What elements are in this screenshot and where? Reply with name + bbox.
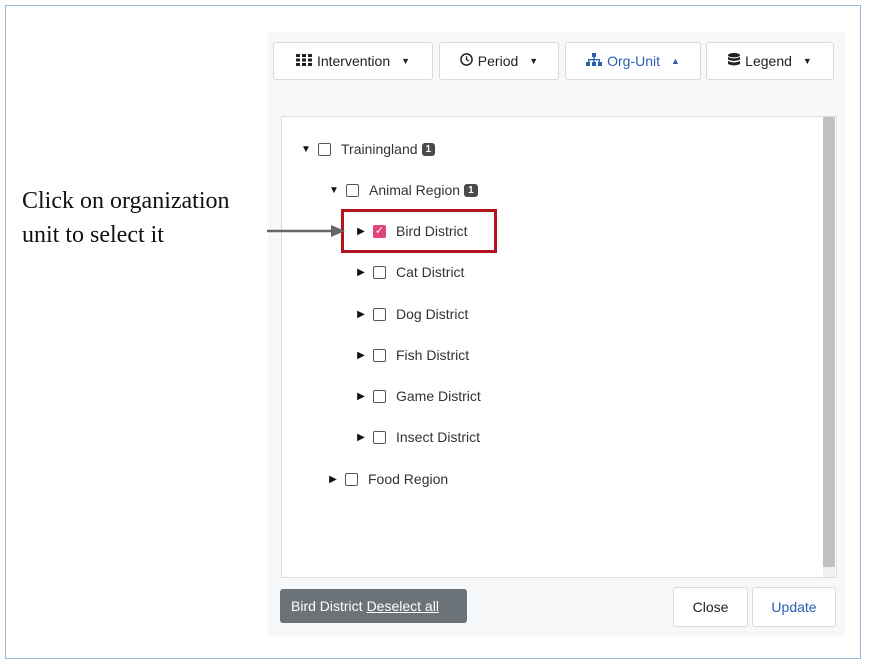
collapsed-arrow-icon[interactable]: ▶ [327,474,339,485]
checkbox[interactable] [373,348,386,362]
tree-node-insect-district[interactable]: ▶ Insect District [355,427,480,447]
sitemap-icon [586,53,603,69]
deselect-all-link[interactable]: Deselect all [367,598,439,614]
highlight-box [341,209,497,253]
close-button[interactable]: Close [673,587,748,627]
checkbox[interactable] [318,142,331,156]
count-badge: 1 [464,183,478,197]
collapsed-arrow-icon[interactable]: ▶ [355,391,367,402]
update-button[interactable]: Update [752,587,836,627]
tree-node-game-district[interactable]: ▶ Game District [355,386,481,406]
count-badge: 1 [421,142,436,156]
legend-button[interactable]: Legend ▼ [706,42,834,80]
caret-down-icon: ▼ [401,56,411,66]
checkbox[interactable] [345,472,358,486]
tree-node-dog-district[interactable]: ▶ Dog District [355,304,468,324]
arrow-pointer-icon [267,224,345,243]
grid-icon [295,53,312,69]
checkbox[interactable] [373,265,386,279]
selected-unit-label: Bird District [291,598,363,614]
checkbox[interactable] [373,389,386,403]
expanded-arrow-icon[interactable]: ▼ [300,144,312,155]
period-label: Period [477,53,519,69]
checkbox[interactable] [373,307,386,321]
intervention-button[interactable]: Intervention ▼ [273,42,433,80]
caret-up-icon: ▲ [670,56,680,66]
caret-down-icon: ▼ [529,56,539,66]
collapsed-arrow-icon[interactable]: ▶ [355,350,367,361]
clock-icon [459,53,473,69]
checkbox[interactable] [346,183,359,197]
period-button[interactable]: Period ▼ [439,42,559,80]
tree-node-label[interactable]: Game District [396,388,481,404]
orgunit-label: Org-Unit [607,53,660,69]
tree-node-animal-region[interactable]: ▼ Animal Region 1 [328,180,478,200]
tree-node-label[interactable]: Animal Region [369,182,460,198]
intervention-label: Intervention [316,53,391,69]
callout-text: Click on organization unit to select it [22,188,230,248]
tree-node-trainingland[interactable]: ▼ Trainingland 1 [300,139,436,159]
caret-down-icon: ▼ [802,56,812,66]
expanded-arrow-icon[interactable]: ▼ [328,185,340,196]
tree-node-label[interactable]: Trainingland [341,141,418,157]
tree-node-label[interactable]: Food Region [368,471,448,487]
tree-node-label[interactable]: Cat District [396,264,464,280]
checkbox[interactable] [373,430,386,444]
tree-node-cat-district[interactable]: ▶ Cat District [355,262,464,282]
database-icon [728,52,741,70]
collapsed-arrow-icon[interactable]: ▶ [355,267,367,278]
legend-label: Legend [745,53,792,69]
tree-node-label[interactable]: Fish District [396,347,469,363]
tree-node-fish-district[interactable]: ▶ Fish District [355,345,469,365]
selected-units-chip: Bird District Deselect all [280,589,467,623]
orgunit-button[interactable]: Org-Unit ▲ [565,42,701,80]
collapsed-arrow-icon[interactable]: ▶ [355,309,367,320]
tree-node-food-region[interactable]: ▶ Food Region [327,469,448,489]
scrollbar-thumb[interactable] [823,117,835,567]
collapsed-arrow-icon[interactable]: ▶ [355,432,367,443]
tree-node-label[interactable]: Dog District [396,306,468,322]
tree-node-label[interactable]: Insect District [396,429,480,445]
